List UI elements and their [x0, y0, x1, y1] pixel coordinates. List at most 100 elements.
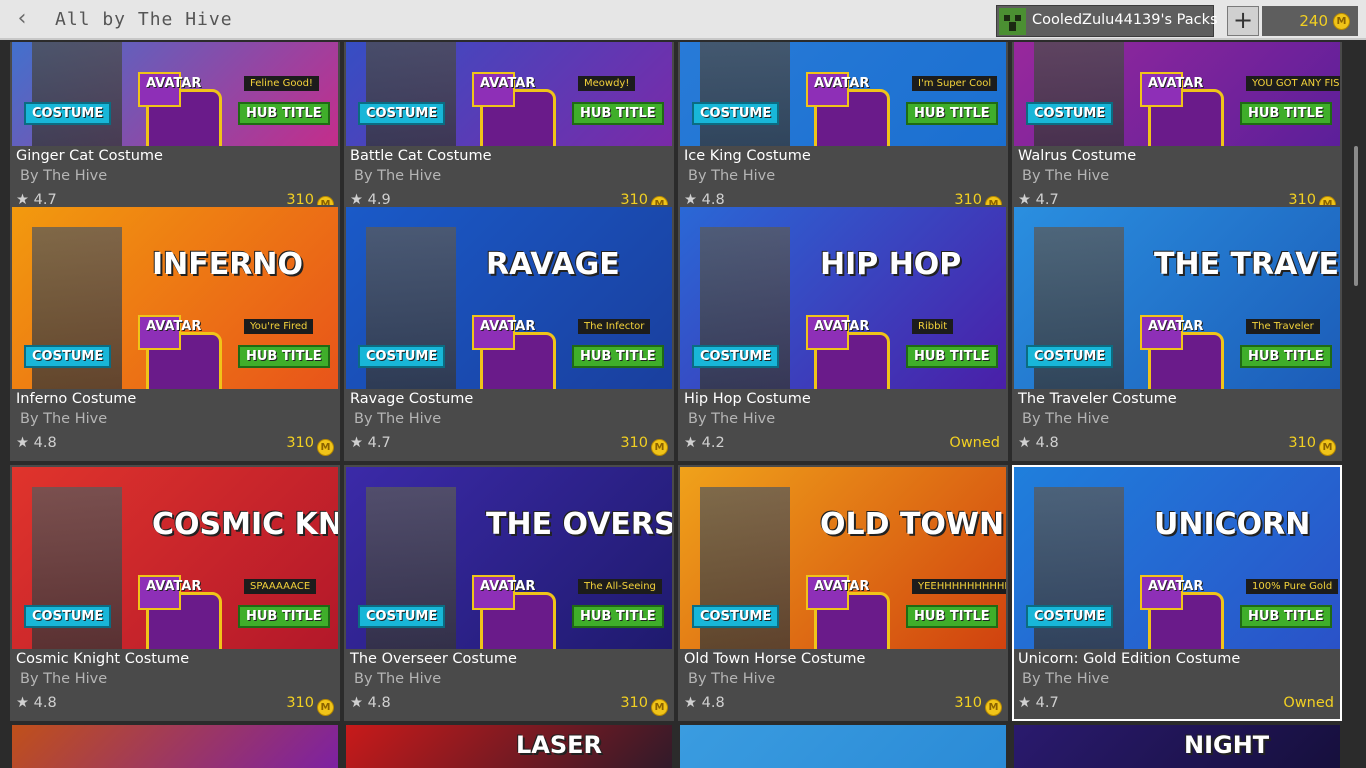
avatar-tag: AVATAR [1140, 72, 1203, 107]
avatar-tag: AVATAR [806, 315, 869, 350]
top-bar: ‹ All by The Hive CooledZulu44139's Pack… [0, 0, 1366, 40]
store-tile[interactable]: RAVAGE AVATAR COSTUME HUB TITLE The Infector… [344, 205, 674, 461]
avatar-tag: AVATAR [806, 575, 869, 610]
hub-title-tag: HUB TITLE [572, 345, 664, 368]
coin-balance-value: 240 [1299, 12, 1328, 30]
costume-tag: COSTUME [692, 345, 780, 368]
tile-rating: ★ 4.8 [1018, 435, 1059, 451]
tile-creator: By The Hive [1022, 168, 1110, 184]
coin-icon: M [985, 699, 1002, 716]
creeper-avatar-icon [999, 8, 1026, 35]
coin-icon: M [1333, 13, 1350, 30]
hub-title-tag: HUB TITLE [906, 345, 998, 368]
hub-title-subtext: I'm Super Cool [912, 76, 998, 91]
tile-banner-text: COSMIC KNIGHT [152, 507, 338, 542]
coin-icon: M [651, 439, 668, 456]
tile-banner-text: NIGHT [1184, 731, 1270, 759]
add-coins-button[interactable]: + [1227, 6, 1259, 36]
tile-banner-text: UNICORN [1154, 507, 1311, 542]
hub-title-subtext: Ribbit [912, 319, 954, 334]
tile-banner-text: THE OVERSEER [486, 507, 672, 542]
tile-price-value: 310 [620, 695, 648, 711]
costume-character [1034, 42, 1124, 146]
store-tile[interactable]: AVATAR COSTUME HUB TITLE I'm Super Cool Ice … [678, 42, 1008, 218]
hub-title-subtext: Feline Good! [244, 76, 319, 91]
costume-tag: COSTUME [358, 605, 446, 628]
store-tile[interactable]: OLD TOWN HORSE AVATAR COSTUME HUB TITLE YEEH… [678, 465, 1008, 721]
tile-thumbnail: HIP HOP AVATAR COSTUME HUB TITLE Ribbit [680, 207, 1006, 389]
tile-banner-text: OLD TOWN HORSE [820, 507, 1006, 542]
tile-banner-text: LASER [516, 731, 603, 759]
store-tile-partial[interactable]: LASER [346, 725, 672, 768]
hub-title-tag: HUB TITLE [1240, 102, 1332, 125]
costume-tag: COSTUME [358, 345, 446, 368]
hub-title-tag: HUB TITLE [238, 605, 330, 628]
store-tile-partial[interactable] [12, 725, 338, 768]
coin-icon: M [317, 699, 334, 716]
avatar-tag: AVATAR [1140, 315, 1203, 350]
avatar-tag: AVATAR [138, 72, 201, 107]
costume-character [32, 42, 122, 146]
tile-price-value: 310 [620, 435, 648, 451]
scrollbar[interactable] [1352, 42, 1366, 768]
store-tile[interactable]: COSMIC KNIGHT AVATAR COSTUME HUB TITLE SPAAA… [10, 465, 340, 721]
coin-icon: M [1319, 439, 1336, 456]
tile-thumbnail: INFERNO AVATAR COSTUME HUB TITLE You're Fire… [12, 207, 338, 389]
tile-thumbnail: OLD TOWN HORSE AVATAR COSTUME HUB TITLE YEEH… [680, 467, 1006, 649]
avatar-tag: AVATAR [472, 72, 535, 107]
tile-name: Battle Cat Costume [350, 148, 492, 164]
tile-price: 310M [286, 695, 334, 716]
packs-button[interactable]: CooledZulu44139's Packs [996, 5, 1218, 37]
hub-title-subtext: YOU GOT ANY FISH?? [1246, 76, 1340, 91]
costume-tag: COSTUME [24, 102, 112, 125]
hub-title-subtext: The Infector [578, 319, 651, 334]
tile-banner-text: THE TRAVELER [1154, 247, 1340, 282]
costume-tag: COSTUME [692, 102, 780, 125]
tile-creator: By The Hive [688, 671, 776, 687]
coin-icon: M [317, 439, 334, 456]
avatar-tag: AVATAR [472, 575, 535, 610]
hub-title-subtext: 100% Pure Gold [1246, 579, 1339, 594]
tile-rating: ★ 4.7 [1018, 695, 1059, 711]
tile-price-value: 310 [286, 435, 314, 451]
scrollbar-thumb[interactable] [1354, 146, 1358, 286]
avatar-tag: AVATAR [806, 72, 869, 107]
tile-price: 310M [954, 695, 1002, 716]
tile-thumbnail: AVATAR COSTUME HUB TITLE YOU GOT ANY FISH?? [1014, 42, 1340, 146]
page-title: All by The Hive [55, 9, 233, 30]
tile-creator: By The Hive [20, 671, 108, 687]
hub-title-subtext: The Traveler [1246, 319, 1320, 334]
tile-price-value: 310 [286, 695, 314, 711]
store-tile[interactable]: AVATAR COSTUME HUB TITLE YOU GOT ANY FISH??… [1012, 42, 1342, 218]
tile-banner-text: RAVAGE [486, 247, 620, 282]
tile-name: Cosmic Knight Costume [16, 651, 190, 667]
tile-price: 310M [286, 435, 334, 456]
store-tile[interactable]: AVATAR COSTUME HUB TITLE Meowdy! Battle Cat … [344, 42, 674, 218]
store-tile[interactable]: THE OVERSEER AVATAR COSTUME HUB TITLE The Al… [344, 465, 674, 721]
tile-owned-label: Owned [1283, 695, 1334, 711]
store-tile[interactable]: THE TRAVELER AVATAR COSTUME HUB TITLE The Tr… [1012, 205, 1342, 461]
avatar-tag: AVATAR [138, 315, 201, 350]
tile-rating: ★ 4.7 [350, 435, 391, 451]
costume-tag: COSTUME [1026, 605, 1114, 628]
store-tile[interactable]: AVATAR COSTUME HUB TITLE Feline Good! Ginger… [10, 42, 340, 218]
hub-title-tag: HUB TITLE [906, 605, 998, 628]
tile-owned-label: Owned [949, 435, 1000, 451]
store-tile-partial[interactable]: NIGHT [1014, 725, 1340, 768]
store-tile-partial[interactable] [680, 725, 1006, 768]
hub-title-tag: HUB TITLE [1240, 345, 1332, 368]
tile-thumbnail: COSMIC KNIGHT AVATAR COSTUME HUB TITLE SPAAA… [12, 467, 338, 649]
store-tile[interactable]: UNICORN AVATAR COSTUME HUB TITLE 100% Pure G… [1012, 465, 1342, 721]
back-icon[interactable]: ‹ [10, 6, 34, 32]
hub-title-tag: HUB TITLE [572, 605, 664, 628]
store-tile[interactable]: HIP HOP AVATAR COSTUME HUB TITLE Ribbit Hip H… [678, 205, 1008, 461]
store-tile[interactable]: INFERNO AVATAR COSTUME HUB TITLE You're Fire… [10, 205, 340, 461]
hub-title-subtext: The All-Seeing [578, 579, 662, 594]
costume-tag: COSTUME [24, 345, 112, 368]
tile-name: Ice King Costume [684, 148, 811, 164]
tile-creator: By The Hive [688, 411, 776, 427]
tile-name: Old Town Horse Costume [684, 651, 866, 667]
tile-banner-text: HIP HOP [820, 247, 962, 282]
tile-name: Walrus Costume [1018, 148, 1137, 164]
tile-creator: By The Hive [20, 168, 108, 184]
